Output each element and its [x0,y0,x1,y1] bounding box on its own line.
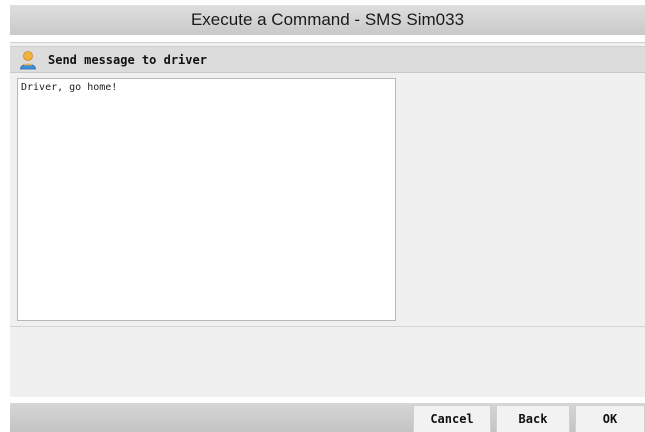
command-panel: Send message to driver [10,42,645,397]
window-title: Execute a Command - SMS Sim033 [190,10,465,29]
message-textarea[interactable] [17,78,396,321]
user-icon [20,50,36,69]
ok-button[interactable]: OK [575,406,645,432]
window-title-bar: Execute a Command - SMS Sim033 [10,5,645,35]
back-button[interactable]: Back [496,406,570,432]
button-bar: Cancel Back OK [10,403,645,432]
section-title: Send message to driver [48,52,207,67]
section-header: Send message to driver [10,46,645,73]
command-dialog: Execute a Command - SMS Sim033 Send mess… [0,0,645,432]
cancel-button[interactable]: Cancel [413,406,491,432]
divider [10,326,645,327]
